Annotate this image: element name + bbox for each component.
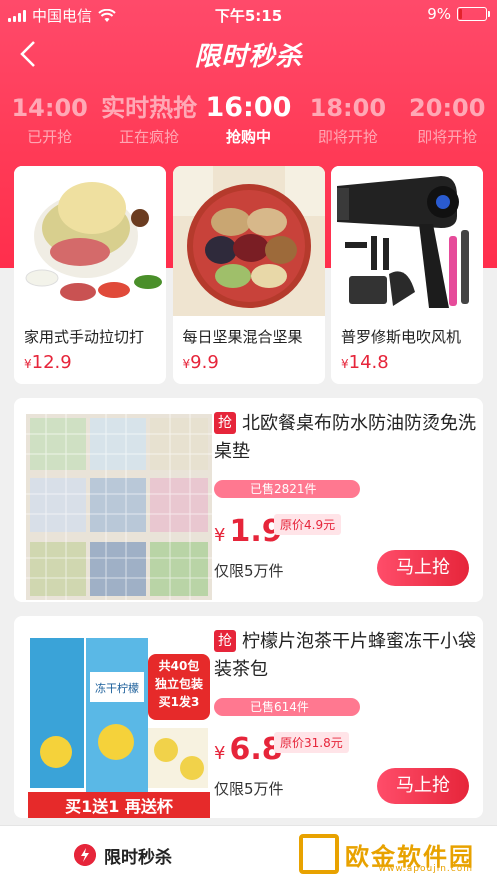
list-item[interactable]: 共40包 独立包装 买1发3 买1送1 再送杯 冻干柠檬 抢柠檬片泡茶干片蜂蜜冻… (14, 616, 483, 818)
featured-cards: 家用式手动拉切打 ¥12.9 每日坚果混合坚果 ¥9.9 普罗修斯电吹风机 ¥1… (14, 166, 483, 384)
tab-status: 已开抢 (27, 128, 73, 146)
tab-status: 即将开抢 (417, 128, 478, 146)
tab-status: 正在疯抢 (119, 128, 180, 146)
product-name: 每日坚果混合坚果 (182, 328, 303, 346)
image-text-offer: 买1发3 (159, 694, 200, 709)
time-tabs: 14:00 已开抢 实时热抢正在疯抢 16:00 抢购中 18:00 即将开抢 20:… (0, 92, 497, 152)
tab-2000[interactable]: 20:00 即将开抢 (398, 92, 497, 152)
featured-card[interactable]: 家用式手动拉切打 ¥12.9 (14, 166, 166, 384)
watermark-url: www.apoujin.com (378, 864, 473, 874)
sold-progress: 已售614件 (214, 698, 360, 716)
price: ¥1.9 (214, 514, 283, 549)
tab-1600[interactable]: 16:00 抢购中 (199, 92, 298, 152)
product-image-lemon-tea: 共40包 独立包装 买1发3 买1送1 再送杯 冻干柠檬 (26, 632, 212, 818)
image-text-count: 共40包 (159, 658, 200, 673)
bottom-tab-flash-sale[interactable]: 限时秒杀 (104, 843, 172, 868)
list-item[interactable]: 抢北欧餐桌布防水防油防烫免洗桌垫 已售2821件 ¥1.9 原价4.9元 仅限5… (14, 398, 483, 602)
tab-status: 抢购中 (225, 128, 271, 146)
product-price: ¥12.9 (24, 352, 72, 373)
grab-badge: 抢 (214, 630, 236, 652)
tab-time: 18:00 (309, 94, 387, 122)
tab-time: 16:00 (205, 92, 292, 123)
tab-1800[interactable]: 18:00 即将开抢 (298, 92, 397, 152)
watermark-logo-icon (299, 834, 339, 874)
status-time: 下午5:15 (214, 7, 283, 25)
product-name: 家用式手动拉切打 (24, 328, 145, 346)
image-text-box: 冻干柠檬 (95, 681, 139, 695)
product-price: ¥14.8 (341, 352, 389, 373)
watermark: 欧金软件园 www.apoujin.com (299, 830, 489, 878)
buy-button[interactable]: 马上抢 (377, 768, 469, 804)
price: ¥6.8 (214, 732, 283, 767)
tab-status: 即将开抢 (317, 128, 378, 146)
tab-time: 14:00 (11, 94, 88, 122)
product-title: 抢北欧餐桌布防水防油防烫免洗桌垫 (214, 412, 476, 462)
product-price: ¥9.9 (182, 352, 219, 373)
battery-percent: 9% (427, 5, 451, 23)
featured-card[interactable]: 每日坚果混合坚果 ¥9.9 (172, 166, 325, 384)
buy-button[interactable]: 马上抢 (377, 550, 469, 586)
tab-1400[interactable]: 14:00 已开抢 (0, 92, 99, 152)
product-image-chopper (14, 166, 166, 316)
product-image-tablecloth (26, 414, 212, 600)
sold-progress: 已售2821件 (214, 480, 360, 498)
product-image-hairdryer (331, 166, 483, 316)
image-text-promo: 买1送1 再送杯 (65, 797, 174, 816)
page-title: 限时秒杀 (194, 42, 303, 72)
product-image-nuts (172, 166, 325, 316)
nav-bar: 限时秒杀 (0, 30, 497, 80)
tab-time: 实时热抢 (101, 94, 198, 122)
tab-time: 20:00 (409, 94, 486, 122)
image-text-pack: 独立包装 (154, 676, 203, 691)
flash-icon (74, 844, 96, 866)
tab-hot[interactable]: 实时热抢 正在疯抢 (100, 92, 199, 152)
original-price: 原价4.9元 (274, 514, 342, 535)
grab-badge: 抢 (214, 412, 236, 434)
status-bar: 中国电信 下午5:15 9% (0, 0, 497, 30)
original-price: 原价31.8元 (274, 732, 349, 753)
product-name: 普罗修斯电吹风机 (341, 328, 462, 346)
limit-text: 仅限5万件 (214, 562, 284, 580)
limit-text: 仅限5万件 (214, 780, 284, 798)
product-title: 抢柠檬片泡茶干片蜂蜜冻干小袋装茶包 (214, 630, 476, 680)
featured-card[interactable]: 普罗修斯电吹风机 ¥14.8 (331, 166, 483, 384)
battery-icon (457, 7, 490, 21)
